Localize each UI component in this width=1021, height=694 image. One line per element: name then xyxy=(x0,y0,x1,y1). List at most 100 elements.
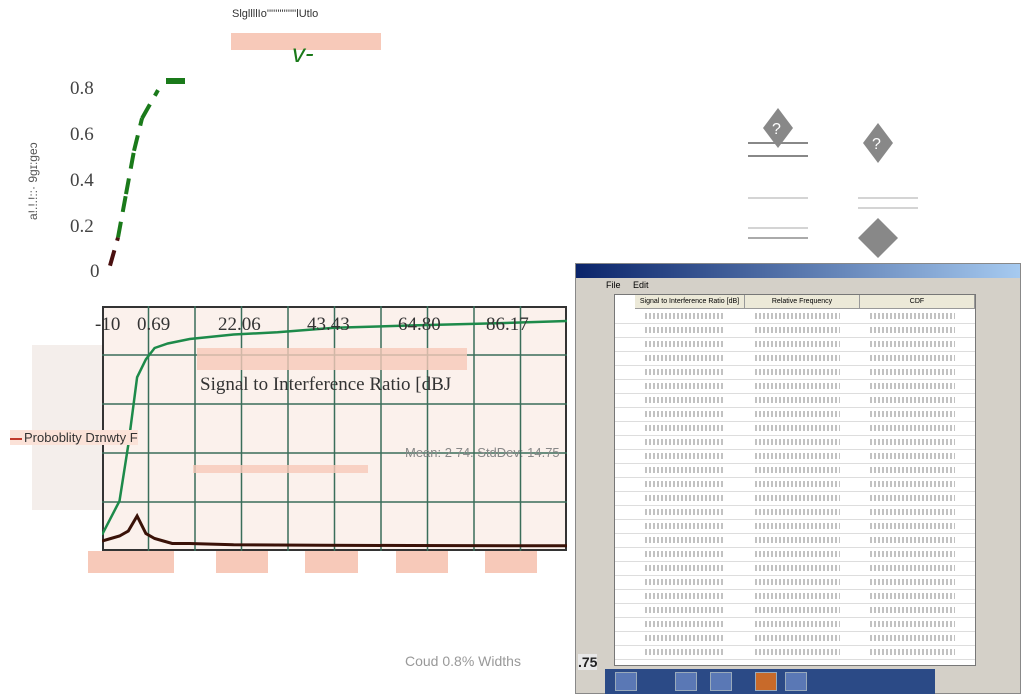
table-row[interactable] xyxy=(615,435,975,450)
ghost-panel xyxy=(32,345,102,510)
table-cell xyxy=(870,369,955,375)
x-tick-label: 86.17 xyxy=(486,314,529,335)
table-row[interactable] xyxy=(615,337,975,352)
table-cell xyxy=(645,425,725,431)
table-row[interactable] xyxy=(615,449,975,464)
table-cell xyxy=(870,551,955,557)
table-row[interactable] xyxy=(615,547,975,562)
series-segment xyxy=(116,193,128,238)
table-cell xyxy=(755,313,840,319)
table-row[interactable] xyxy=(615,351,975,366)
table-cell xyxy=(870,523,955,529)
column-header[interactable]: Relative Frequency xyxy=(745,295,860,309)
table-row[interactable] xyxy=(615,561,975,576)
table-cell xyxy=(755,523,840,529)
footer-block xyxy=(216,551,268,573)
table-row[interactable] xyxy=(615,505,975,520)
table-cell xyxy=(645,593,725,599)
table-cell xyxy=(645,523,725,529)
table-cell xyxy=(755,411,840,417)
footer-value: .75 xyxy=(578,654,598,670)
table-cell xyxy=(645,453,725,459)
table-cell xyxy=(755,649,840,655)
taskbar-button[interactable] xyxy=(755,672,777,691)
table-cell xyxy=(645,397,725,403)
y-tick-label: 0.2 xyxy=(70,216,94,237)
svg-text:?: ? xyxy=(772,121,781,138)
menu-edit[interactable]: Edit xyxy=(633,280,649,290)
table-cell xyxy=(645,607,725,613)
table-row[interactable] xyxy=(615,645,975,660)
ghost-figure: ? ? xyxy=(748,88,923,263)
ghost-figure-svg: ? ? xyxy=(748,108,918,258)
table-cell xyxy=(870,383,955,389)
table-cell xyxy=(755,509,840,515)
table-row[interactable] xyxy=(615,631,975,646)
table-cell xyxy=(870,425,955,431)
table-cell xyxy=(755,607,840,613)
lower-plot-svg xyxy=(102,306,567,551)
table-row[interactable] xyxy=(615,407,975,422)
table-cell xyxy=(870,327,955,333)
series-segment xyxy=(124,150,136,195)
table-row[interactable] xyxy=(615,617,975,632)
table-row[interactable] xyxy=(615,589,975,604)
table-cell xyxy=(755,439,840,445)
x-tick-label: 22.06 xyxy=(218,314,261,335)
table-row[interactable] xyxy=(615,491,975,506)
table-cell xyxy=(755,355,840,361)
table-cell xyxy=(645,313,725,319)
table-cell xyxy=(645,327,725,333)
table-cell xyxy=(755,537,840,543)
taskbar-button[interactable] xyxy=(710,672,732,691)
table-row[interactable] xyxy=(615,379,975,394)
table-row[interactable] xyxy=(615,575,975,590)
table-cell xyxy=(870,649,955,655)
window-titlebar[interactable] xyxy=(576,264,1020,278)
table-cell xyxy=(870,509,955,515)
table-row[interactable] xyxy=(615,393,975,408)
menu-file[interactable]: File xyxy=(606,280,621,290)
table-row[interactable] xyxy=(615,603,975,618)
table-row[interactable] xyxy=(615,323,975,338)
table-cell xyxy=(645,369,725,375)
table-row[interactable] xyxy=(615,421,975,436)
table-cell xyxy=(645,481,725,487)
taskbar-button[interactable] xyxy=(785,672,807,691)
table-row[interactable] xyxy=(615,309,975,324)
legend: Proboblity Dɪnwty F xyxy=(10,430,138,445)
legend-label: Proboblity Dɪnwty F xyxy=(24,430,138,445)
table-cell xyxy=(755,425,840,431)
column-header[interactable]: Signal to Interference Ratio [dB] xyxy=(635,295,745,309)
table-cell xyxy=(870,635,955,641)
stats-text: Mean: 2 74. StdDev: 14.75 xyxy=(405,445,560,460)
table-cell xyxy=(870,467,955,473)
x-tick-label: -10 xyxy=(95,314,121,335)
table-cell xyxy=(755,481,840,487)
table-cell xyxy=(870,341,955,347)
table-cell xyxy=(755,579,840,585)
series-marker xyxy=(166,78,185,84)
table-cell xyxy=(645,439,725,445)
table-row[interactable] xyxy=(615,533,975,548)
table-row[interactable] xyxy=(615,365,975,380)
table-cell xyxy=(755,369,840,375)
table-cell xyxy=(755,565,840,571)
table-cell xyxy=(645,355,725,361)
table-cell xyxy=(645,495,725,501)
table-cell xyxy=(870,397,955,403)
table-cell xyxy=(645,635,725,641)
table-row[interactable] xyxy=(615,477,975,492)
data-window[interactable]: File Edit Signal to Interference Ratio [… xyxy=(575,263,1021,694)
taskbar-button[interactable] xyxy=(675,672,697,691)
stats-highlight xyxy=(193,465,368,473)
table-cell xyxy=(870,453,955,459)
table-cell xyxy=(870,607,955,613)
data-grid[interactable]: Signal to Interference Ratio [dB] Relati… xyxy=(614,294,976,666)
table-row[interactable] xyxy=(615,463,975,478)
taskbar-button[interactable] xyxy=(615,672,637,691)
table-cell xyxy=(645,341,725,347)
table-cell xyxy=(755,621,840,627)
column-header[interactable]: CDF xyxy=(860,295,975,309)
table-row[interactable] xyxy=(615,519,975,534)
